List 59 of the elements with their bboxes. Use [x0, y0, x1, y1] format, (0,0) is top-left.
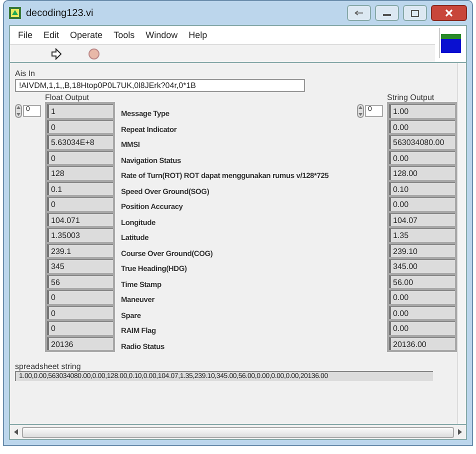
- control-label: Ais In: [15, 69, 36, 78]
- string-indicator: 0.00: [389, 120, 455, 133]
- numeric-indicator: 0: [47, 120, 113, 133]
- scroll-right-button[interactable]: [458, 429, 462, 435]
- string-indicator: 1.35: [389, 228, 455, 242]
- numeric-indicator: 345: [47, 259, 113, 272]
- numeric-indicator: 1: [47, 104, 113, 118]
- run-icon[interactable]: [50, 48, 62, 60]
- control-label: spreadsheet string: [15, 362, 81, 371]
- minimize-button[interactable]: [375, 5, 399, 21]
- string-indicator: 239.10: [389, 244, 455, 257]
- spinner-icon[interactable]: [15, 104, 22, 118]
- numeric-indicator: 0: [47, 321, 113, 334]
- numeric-indicator: 0.1: [47, 182, 113, 195]
- spinner-icon[interactable]: [357, 104, 364, 118]
- numeric-indicator: 128: [47, 166, 113, 180]
- menu-item[interactable]: Edit: [44, 30, 60, 40]
- string-indicator: 56.00: [389, 274, 455, 288]
- numeric-indicator: 1.35003: [47, 228, 113, 242]
- vi-icon-pane: [439, 28, 462, 58]
- numeric-indicator: 0: [47, 150, 113, 164]
- string-field[interactable]: !AIVDM,1,1,,B,18Htop0P0L7UK,0l8JErk?04r,0*1B: [15, 79, 305, 92]
- string-indicator: 563034080.00: [389, 135, 455, 148]
- string-indicator: 20136.00: [389, 336, 455, 350]
- window-title: decoding123.vi: [26, 8, 94, 18]
- numeric-indicator: 20136: [47, 336, 113, 350]
- array-label: Float Output: [45, 93, 90, 102]
- close-button[interactable]: [431, 5, 467, 21]
- maximize-icon: [411, 10, 419, 16]
- arrow-icon: [354, 10, 364, 16]
- numeric-indicator: 0: [47, 290, 113, 304]
- string-indicator: 128.00: [389, 166, 455, 180]
- close-icon: [445, 9, 453, 17]
- string-indicator: 104.07: [389, 212, 455, 226]
- maximize-button[interactable]: [403, 5, 427, 21]
- string-indicator: 0.00: [389, 290, 455, 304]
- vi-icon: [9, 7, 21, 19]
- menu-item[interactable]: Tools: [114, 30, 135, 40]
- string-indicator: 0.00: [389, 306, 455, 319]
- numeric-indicator: 56: [47, 274, 113, 288]
- string-indicator: 0.00: [389, 150, 455, 164]
- numeric-indicator: 239.1: [47, 244, 113, 257]
- stop-icon[interactable]: [88, 48, 100, 60]
- menu-item[interactable]: Window: [146, 30, 178, 40]
- menu-item[interactable]: File: [18, 30, 33, 40]
- scroll-left-button[interactable]: [14, 429, 18, 435]
- help-button[interactable]: [347, 5, 371, 21]
- string-indicator: 0.00: [389, 197, 455, 210]
- numeric-indicator: 0: [47, 306, 113, 319]
- string-indicator: 0.00: [389, 321, 455, 334]
- array-label: String Output: [387, 93, 436, 102]
- string-indicator: 0.10: [389, 182, 455, 195]
- numeric-indicator: 104.071: [47, 212, 113, 226]
- menu-item[interactable]: Help: [188, 30, 208, 40]
- numeric-indicator: 0: [47, 197, 113, 210]
- string-indicator: 1.00: [389, 104, 455, 118]
- menu-item[interactable]: Operate: [70, 30, 103, 40]
- string-indicator: 345.00: [389, 259, 455, 272]
- numeric-indicator: 5.63034E+8: [47, 135, 113, 148]
